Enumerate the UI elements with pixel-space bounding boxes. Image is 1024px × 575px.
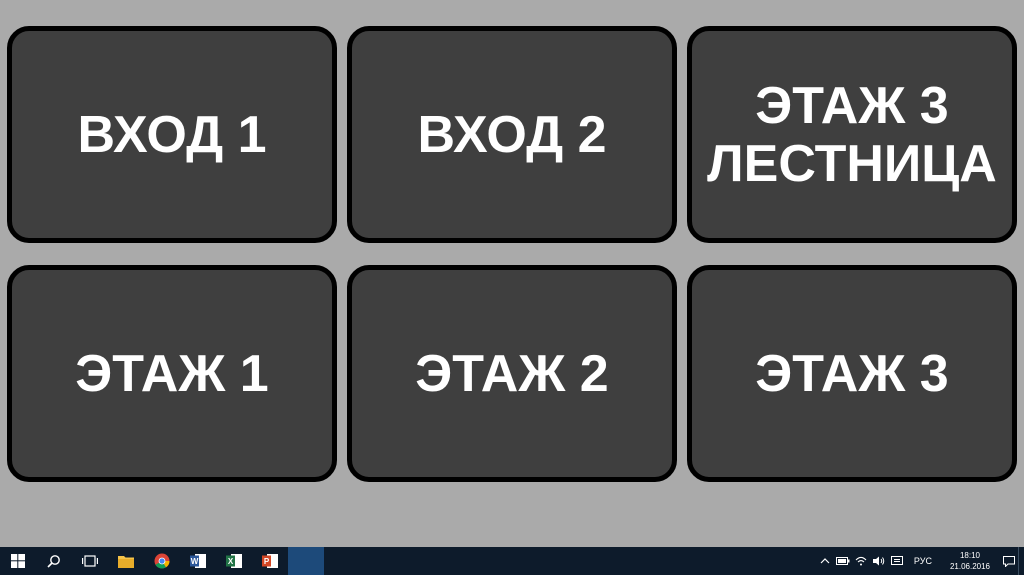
search-icon	[47, 555, 60, 568]
action-center-icon[interactable]	[1000, 547, 1018, 575]
volume-icon[interactable]	[870, 547, 888, 575]
system-tray: РУС 18:10 21.06.2016	[816, 547, 1024, 575]
svg-text:X: X	[228, 557, 234, 566]
search-button[interactable]	[36, 547, 72, 575]
clock[interactable]: 18:10 21.06.2016	[940, 550, 1000, 572]
powerpoint-icon: P	[262, 554, 278, 568]
active-window-button[interactable]	[288, 547, 324, 575]
notification-icon[interactable]	[888, 547, 906, 575]
svg-text:P: P	[264, 557, 270, 566]
button-floor-3-stairs[interactable]: ЭТАЖ 3 ЛЕСТНИЦА	[687, 26, 1017, 243]
wifi-icon[interactable]	[852, 547, 870, 575]
button-label: ЭТАЖ 3	[755, 344, 949, 403]
chrome-button[interactable]	[144, 547, 180, 575]
app-window: ВХОД 1 ВХОД 2 ЭТАЖ 3 ЛЕСТНИЦА ЭТАЖ 1 ЭТА…	[0, 0, 1024, 547]
button-label: ВХОД 2	[417, 105, 607, 164]
clock-time: 18:10	[959, 551, 980, 560]
clock-date: 21.06.2016	[949, 562, 990, 571]
button-label: ЭТАЖ 1	[75, 344, 269, 403]
svg-text:W: W	[191, 557, 199, 566]
excel-button[interactable]: X	[216, 547, 252, 575]
button-floor-3[interactable]: ЭТАЖ 3	[687, 265, 1017, 482]
start-button[interactable]	[0, 547, 36, 575]
chrome-icon	[154, 553, 170, 569]
button-label: ЭТАЖ 2	[415, 344, 609, 403]
battery-icon[interactable]	[834, 547, 852, 575]
button-floor-2[interactable]: ЭТАЖ 2	[347, 265, 677, 482]
windows-start-icon	[11, 554, 25, 568]
file-explorer-icon	[118, 555, 134, 568]
file-explorer-button[interactable]	[108, 547, 144, 575]
excel-icon: X	[226, 554, 242, 568]
chevron-up-icon[interactable]	[816, 547, 834, 575]
powerpoint-button[interactable]: P	[252, 547, 288, 575]
word-button[interactable]: W	[180, 547, 216, 575]
button-label: ВХОД 1	[77, 105, 267, 164]
task-view-icon	[82, 555, 98, 567]
button-entrance-1[interactable]: ВХОД 1	[7, 26, 337, 243]
show-desktop-button[interactable]	[1018, 547, 1024, 575]
button-entrance-2[interactable]: ВХОД 2	[347, 26, 677, 243]
taskbar: W X P РУС 18:10 21.06.2016	[0, 547, 1024, 575]
language-indicator[interactable]: РУС	[906, 556, 940, 566]
task-view-button[interactable]	[72, 547, 108, 575]
word-icon: W	[190, 554, 206, 568]
button-label: ЭТАЖ 3 ЛЕСТНИЦА	[707, 76, 997, 193]
button-floor-1[interactable]: ЭТАЖ 1	[7, 265, 337, 482]
